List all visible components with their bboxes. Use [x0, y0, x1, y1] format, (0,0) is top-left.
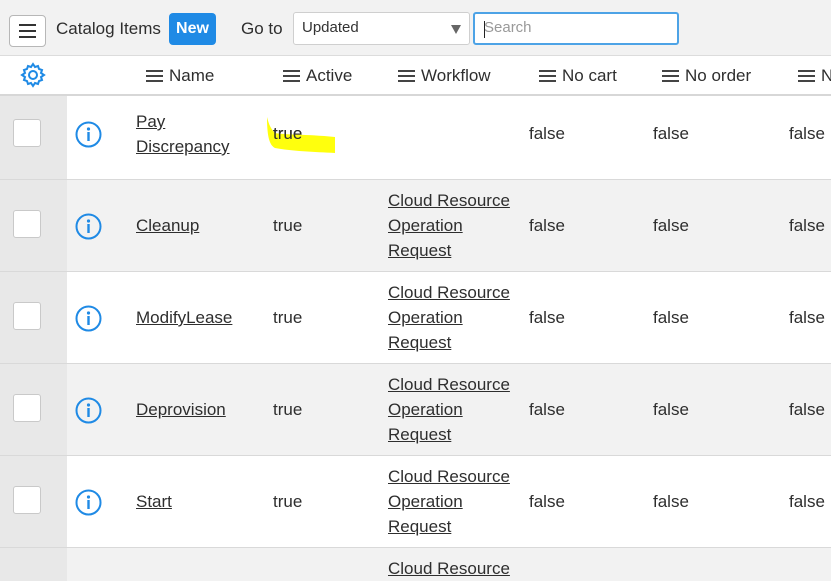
search-placeholder: Search [484, 19, 532, 36]
row-name-link[interactable]: ModifyLease [136, 305, 232, 330]
column-label: No order [685, 66, 752, 85]
row-no-order-value: false [653, 124, 689, 143]
column-label: No cart [562, 66, 617, 85]
workflow-line: Cloud Resource [388, 375, 510, 394]
column-header-row: Name Active Workflow No cart No order N [0, 56, 831, 96]
row-no-order-value: false [653, 216, 689, 235]
row-workflow-link[interactable]: Cloud Resource Operation Request [388, 188, 510, 263]
row-no-cart-value: false [529, 400, 565, 419]
row-next-value: false [789, 124, 825, 143]
column-label: Workflow [421, 66, 491, 85]
column-header-next[interactable]: N [798, 66, 831, 86]
table-row: Start true Cloud Resource Operation Requ… [0, 456, 831, 548]
workflow-line: Request [388, 517, 452, 536]
info-icon[interactable] [75, 121, 102, 148]
list-title: Catalog Items [56, 19, 161, 38]
column-header-active[interactable]: Active [283, 66, 352, 86]
workflow-line: Request [388, 333, 452, 352]
info-icon[interactable] [75, 305, 102, 332]
goto-selected-value: Updated [302, 19, 359, 36]
workflow-line: Cloud Resource [388, 191, 510, 210]
row-checkbox[interactable] [13, 302, 41, 330]
menu-icon-bar [19, 24, 36, 26]
row-name-link[interactable]: Deprovision [136, 397, 226, 422]
row-no-order-value: false [653, 400, 689, 419]
workflow-line: Operation [388, 308, 463, 327]
dropdown-caret-icon [451, 25, 461, 34]
row-name-link[interactable]: Cleanup [136, 213, 199, 238]
menu-icon-bar [19, 30, 36, 32]
row-workflow-link[interactable]: Cloud Resource Operation Request [388, 372, 510, 447]
workflow-line: Cloud Resource [388, 283, 510, 302]
gear-icon[interactable] [20, 62, 46, 88]
row-active-value-overlay: true [273, 124, 303, 143]
workflow-line: Operation [388, 492, 463, 511]
row-no-cart-value: false [529, 308, 565, 327]
row-name-link[interactable]: Pay Discrepancy [136, 109, 230, 159]
column-header-no-cart[interactable]: No cart [539, 66, 617, 86]
table-row: Cleanup true Cloud Resource Operation Re… [0, 180, 831, 272]
row-active-value: true [273, 492, 303, 511]
goto-label: Go to [241, 19, 283, 38]
row-workflow-link[interactable]: Cloud Resource Operation Request [388, 280, 510, 355]
row-active-value: true [273, 400, 303, 419]
workflow-line: Request [388, 425, 452, 444]
table-row: Deprovision true Cloud Resource Operatio… [0, 364, 831, 456]
search-input[interactable]: Search [473, 12, 679, 45]
column-header-workflow[interactable]: Workflow [398, 66, 491, 86]
row-no-cart-value: false [529, 216, 565, 235]
column-header-no-order[interactable]: No order [662, 66, 751, 86]
column-menu-icon[interactable] [662, 70, 679, 82]
row-next-value: false [789, 308, 825, 327]
info-icon[interactable] [75, 489, 102, 516]
column-menu-icon[interactable] [798, 70, 815, 82]
column-label: Active [306, 66, 353, 85]
workflow-line: Operation [388, 216, 463, 235]
info-icon[interactable] [75, 397, 102, 424]
column-header-name[interactable]: Name [146, 66, 214, 86]
row-no-order-value: false [653, 492, 689, 511]
row-active-value: true [273, 216, 303, 235]
table-row: Cloud Resource [0, 548, 831, 581]
row-next-value: false [789, 216, 825, 235]
row-next-value: false [789, 492, 825, 511]
row-no-cart-value: false [529, 124, 565, 143]
row-next-value: false [789, 400, 825, 419]
table-row: Pay Discrepancy true false false false [0, 96, 831, 180]
info-icon[interactable] [75, 213, 102, 240]
row-checkbox[interactable] [13, 394, 41, 422]
table-row: ModifyLease true Cloud Resource Operatio… [0, 272, 831, 364]
row-checkbox[interactable] [13, 119, 41, 147]
column-label: Name [169, 66, 215, 85]
column-menu-icon[interactable] [283, 70, 300, 82]
column-menu-icon[interactable] [398, 70, 415, 82]
row-checkbox[interactable] [13, 210, 41, 238]
workflow-line: Operation [388, 400, 463, 419]
row-name-line: Pay [136, 112, 166, 131]
text-cursor [484, 21, 485, 38]
row-checkbox[interactable] [13, 486, 41, 514]
menu-icon-bar [19, 36, 36, 38]
row-active-value: true [273, 308, 303, 327]
row-no-order-value: false [653, 308, 689, 327]
workflow-line: Cloud Resource [388, 467, 510, 486]
row-gutter [0, 548, 67, 581]
row-name-line: Discrepancy [136, 137, 230, 156]
column-menu-icon[interactable] [146, 70, 163, 82]
row-workflow-link[interactable]: Cloud Resource Operation Request [388, 464, 510, 539]
list-toolbar: Catalog Items New Go to Updated Search [0, 0, 831, 56]
goto-field-select[interactable]: Updated [293, 12, 470, 45]
hamburger-menu-button[interactable] [9, 15, 46, 47]
new-button[interactable]: New [169, 13, 216, 45]
workflow-line: Request [388, 241, 452, 260]
row-no-cart-value: false [529, 492, 565, 511]
column-menu-icon[interactable] [539, 70, 556, 82]
column-label: N [821, 66, 831, 85]
row-workflow-link[interactable]: Cloud Resource [388, 556, 510, 581]
row-name-link[interactable]: Start [136, 489, 172, 514]
